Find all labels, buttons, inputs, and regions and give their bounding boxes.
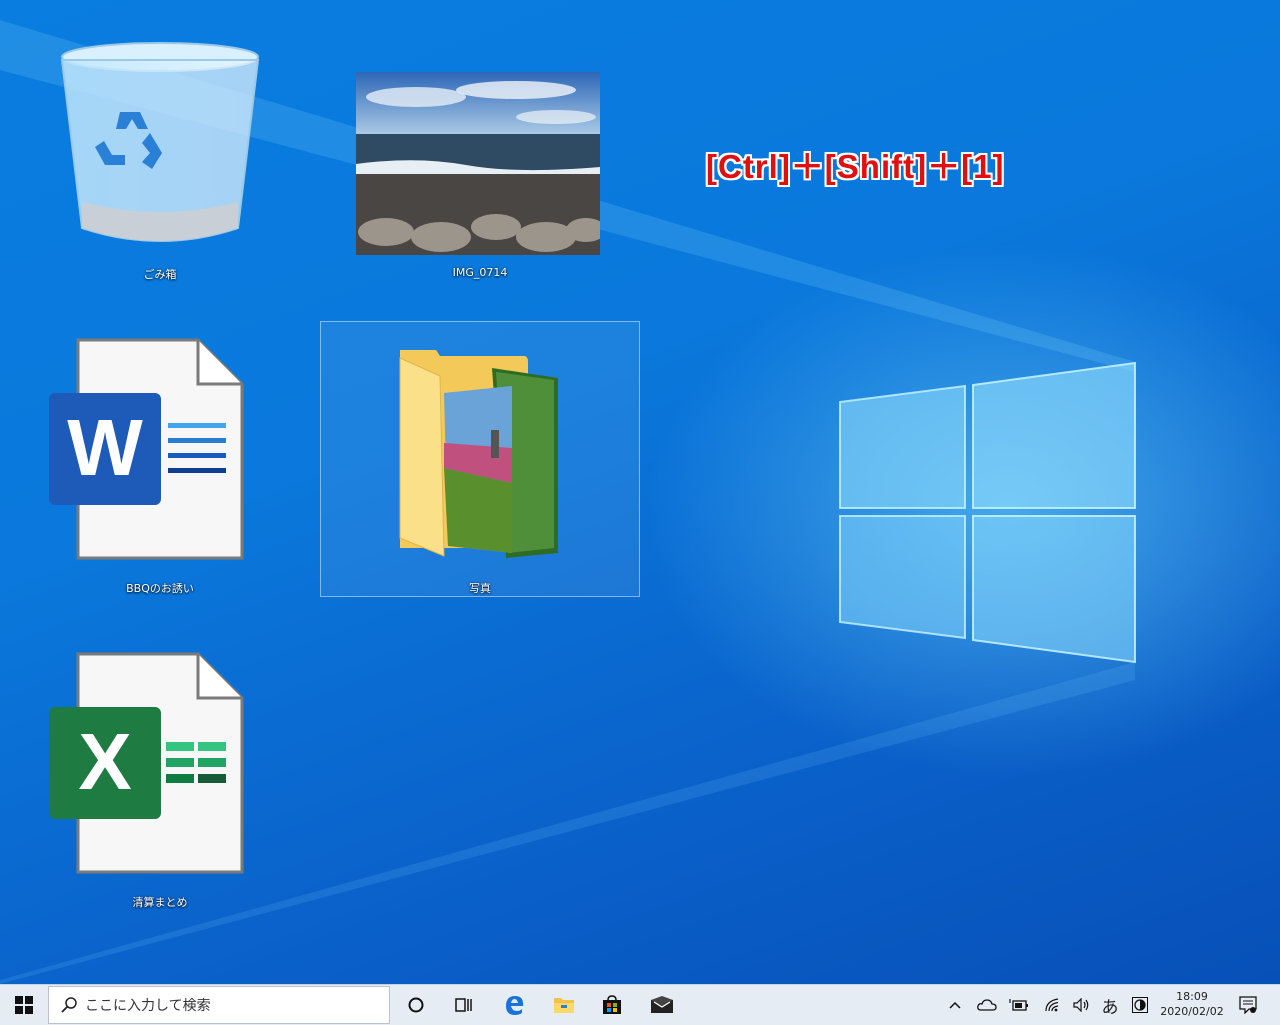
chevron-up-icon: [949, 1001, 961, 1009]
ime-mode-button[interactable]: あ: [1098, 985, 1122, 1025]
store-bag-icon: [603, 995, 621, 1014]
word-document-icon[interactable]: W: [48, 338, 244, 564]
recycle-bin-icon[interactable]: [60, 22, 260, 256]
cortana-circle-icon: [408, 997, 424, 1013]
task-view-icon: [455, 998, 472, 1012]
search-icon: [61, 997, 77, 1013]
volume-button[interactable]: [1070, 985, 1094, 1025]
action-center-button[interactable]: [1234, 985, 1262, 1025]
clock-date: 2020/02/02: [1160, 1005, 1224, 1018]
folder-taskbar-icon: [554, 998, 574, 1013]
cloud-icon: [977, 999, 997, 1011]
windows-logo-wallpaper: [839, 361, 1136, 664]
network-button[interactable]: [1040, 985, 1064, 1025]
excel-letter: X: [78, 717, 132, 806]
search-placeholder: ここに入力して検索: [85, 998, 211, 1014]
shortcut-annotation: [Ctrl]＋[Shift]＋[1]: [706, 148, 1005, 185]
excel-document-icon[interactable]: X: [48, 652, 244, 878]
edge-button[interactable]: [494, 985, 534, 1025]
show-hidden-icons-button[interactable]: [944, 985, 966, 1025]
mail-icon: [651, 996, 673, 1013]
desktop[interactable]: ごみ箱 IMG_0714 [Ctrl]＋[Shift]＋[1] W BBQのお誘…: [0, 0, 1280, 984]
battery-plug-icon: [1009, 999, 1028, 1011]
icon-label: ごみ箱: [143, 268, 177, 281]
word-letter: W: [67, 403, 143, 492]
task-view-button[interactable]: [444, 985, 484, 1025]
ime-half-circle-icon: [1132, 997, 1148, 1013]
onedrive-button[interactable]: [974, 985, 1000, 1025]
icon-label: 清算まとめ: [132, 896, 188, 909]
search-box[interactable]: ここに入力して検索: [48, 986, 390, 1024]
cortana-button[interactable]: [396, 985, 436, 1025]
notification-icon: [1239, 996, 1257, 1014]
icon-label: BBQのお誘い: [126, 582, 194, 595]
icon-label: IMG_0714: [452, 266, 508, 279]
clock[interactable]: 18:09 2020/02/02: [1160, 985, 1224, 1025]
wifi-icon: [1045, 998, 1059, 1012]
ime-pad-button[interactable]: [1128, 985, 1152, 1025]
image-file-icon[interactable]: [356, 72, 606, 259]
start-button[interactable]: [0, 985, 48, 1025]
battery-button[interactable]: [1006, 985, 1032, 1025]
taskbar: ここに入力して検索 あ 18:09 2020/02/02: [0, 984, 1280, 1025]
windows-logo-icon: [15, 996, 33, 1014]
clock-time: 18:09: [1176, 990, 1208, 1003]
mail-button[interactable]: [642, 985, 682, 1025]
icon-label: 写真: [469, 582, 491, 595]
edge-browser-icon: [506, 996, 524, 1015]
folder-icon[interactable]: [396, 348, 562, 567]
store-button[interactable]: [592, 985, 632, 1025]
speaker-icon: [1073, 998, 1089, 1012]
file-explorer-button[interactable]: [544, 985, 584, 1025]
